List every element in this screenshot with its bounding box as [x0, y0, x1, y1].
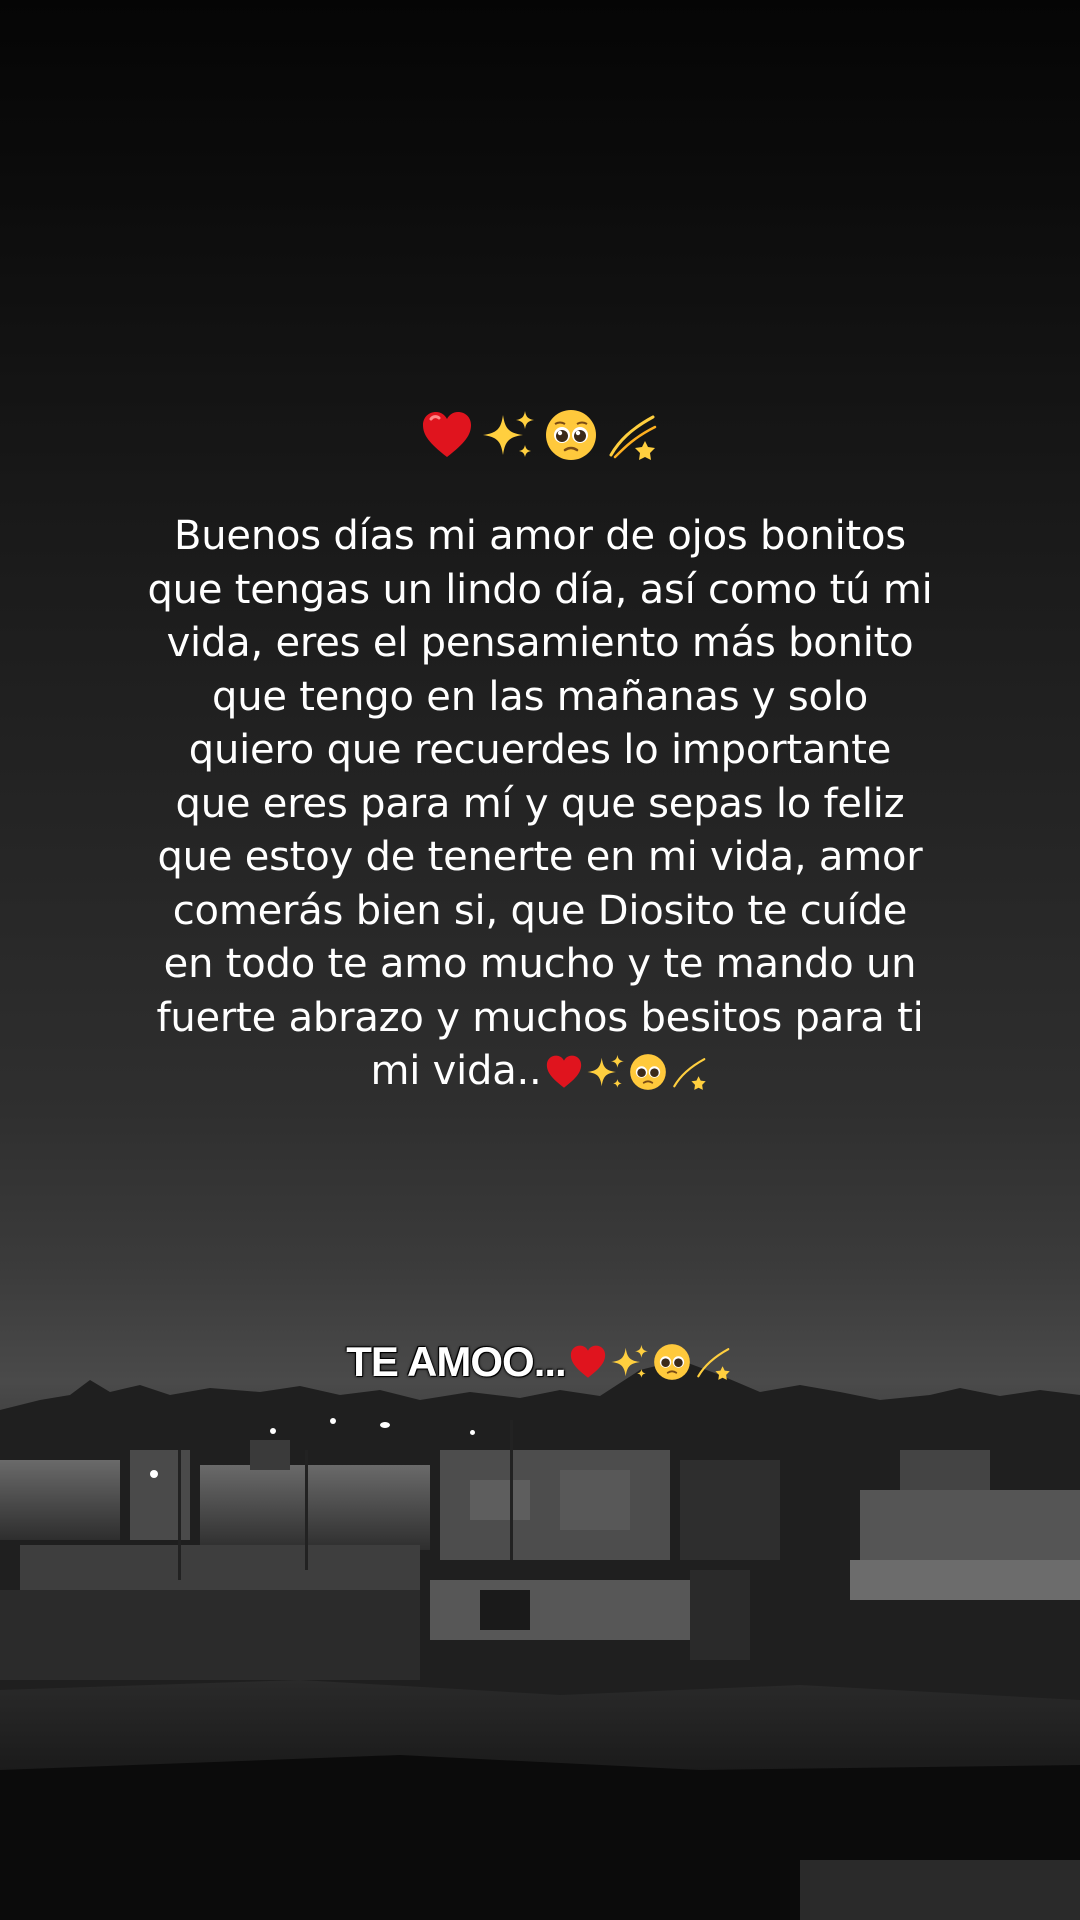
sparkles-icon	[586, 1054, 624, 1088]
dizzy-icon	[696, 1348, 730, 1380]
city-light	[150, 1470, 158, 1478]
closing-text: TE AMOO...	[346, 1338, 566, 1385]
message-line: que tengo en las mañanas y solo	[212, 673, 868, 720]
city-light	[330, 1418, 336, 1424]
sparkles-icon	[611, 1344, 648, 1378]
pleading-face-icon	[653, 1344, 690, 1380]
message-line: vida, eres el pensamiento más bonito	[166, 620, 914, 666]
message-line: fuerte abrazo y muchos besitos para ti	[156, 994, 924, 1041]
header-emoji-row	[0, 400, 1080, 470]
message-line: Buenos días mi amor de ojos bonitos	[174, 513, 906, 559]
dizzy-icon	[609, 415, 657, 460]
message-line: quiero que recuerdes lo importante	[188, 727, 892, 773]
closing-line: TE AMOO...	[0, 1330, 1080, 1394]
dizzy-icon	[672, 1057, 706, 1090]
message-line: en todo te amo mucho y te mando un	[163, 941, 917, 987]
story-frame: Buenos días mi amor de ojos bonitos que …	[0, 0, 1080, 1920]
city-light	[380, 1422, 390, 1428]
red-heart-icon	[423, 412, 471, 457]
city-light	[270, 1428, 276, 1434]
pleading-face-icon	[546, 410, 596, 460]
message-line: que eres para mí y que sepas lo feliz	[175, 780, 905, 827]
red-heart-icon	[546, 1055, 581, 1088]
sparkles-icon	[483, 411, 534, 457]
pleading-face-icon	[629, 1053, 666, 1090]
message-text: Buenos días mi amor de ojos bonitos que …	[120, 510, 960, 1098]
message-line: que tengas un lindo día, así como tú mi	[147, 566, 933, 613]
message-line: comerás bien si, que Diosito te cuíde	[172, 887, 908, 934]
message-last-line: mi vida..	[120, 1045, 960, 1098]
message-line: mi vida..	[370, 1047, 542, 1094]
city-light	[470, 1430, 475, 1435]
message-line: que estoy de tenerte en mi vida, amor	[157, 834, 923, 880]
red-heart-icon	[570, 1345, 605, 1378]
